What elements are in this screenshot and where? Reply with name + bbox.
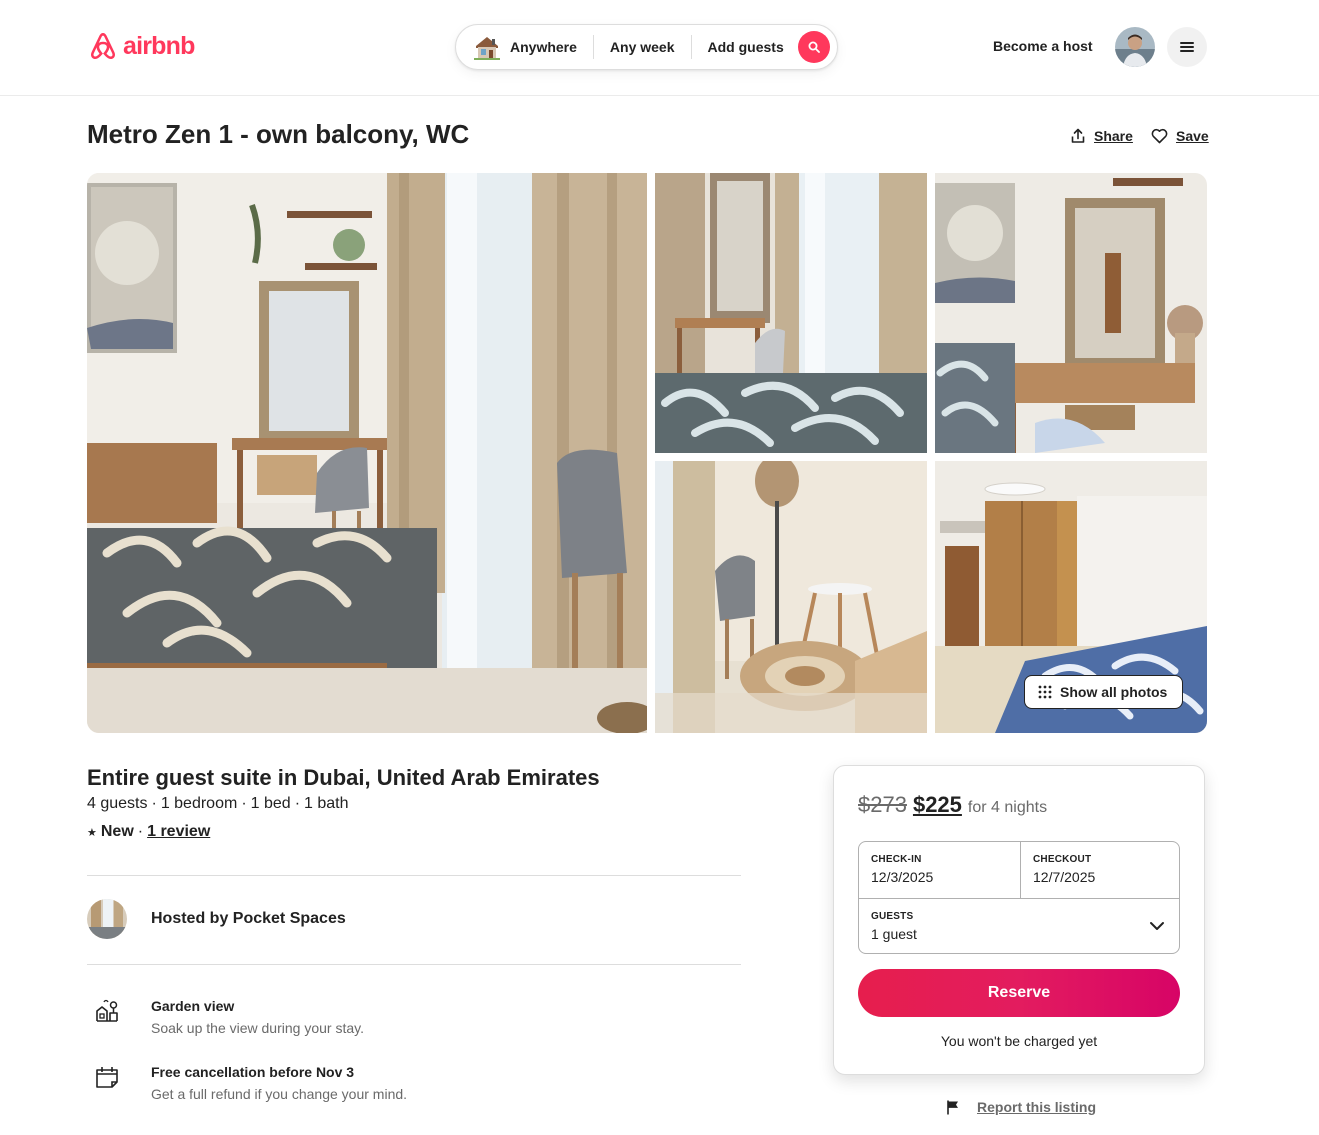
save-button[interactable]: Save xyxy=(1151,128,1209,144)
show-all-photos-label: Show all photos xyxy=(1060,684,1168,700)
flag-icon xyxy=(947,1100,958,1115)
nights-label: for 4 nights xyxy=(967,799,1048,816)
show-all-photos-button[interactable]: Show all photos xyxy=(1024,675,1184,709)
airbnb-logo[interactable]: airbnb xyxy=(87,30,195,62)
checkout-field[interactable]: CHECKOUT 12/7/2025 xyxy=(1021,842,1181,898)
photo-3[interactable] xyxy=(935,173,1207,453)
highlight-title: Garden view xyxy=(151,998,235,1014)
section-divider xyxy=(87,875,741,876)
guests-field[interactable]: GUESTS 1 guest xyxy=(859,899,1179,954)
grid-dots-icon xyxy=(1038,685,1052,699)
section-divider xyxy=(87,964,741,965)
spec-separator: · xyxy=(151,795,157,812)
report-listing-label: Report this listing xyxy=(977,1099,1096,1115)
garden-view-icon xyxy=(87,996,127,1038)
host-avatar[interactable] xyxy=(87,899,127,939)
highlight-free-cancellation: Free cancellation before Nov 3 Get a ful… xyxy=(87,1062,407,1104)
search-dates[interactable]: Any week xyxy=(610,39,675,55)
top-header: airbnb Anywhere Any week Add guests Beco… xyxy=(0,0,1319,96)
star-icon: ★ xyxy=(87,826,97,839)
spec-beds: 1 bed xyxy=(250,795,291,812)
guests-value: 1 guest xyxy=(871,926,917,942)
search-divider xyxy=(592,35,594,59)
search-bar[interactable]: Anywhere Any week Add guests xyxy=(455,24,838,70)
chevron-down-icon xyxy=(1150,922,1164,930)
checkout-value: 12/7/2025 xyxy=(1033,869,1096,885)
main-photo[interactable] xyxy=(87,173,647,733)
airbnb-logo-icon xyxy=(91,33,115,59)
date-guest-picker: CHECK-IN 12/3/2025 CHECKOUT 12/7/2025 GU… xyxy=(858,841,1180,954)
search-button[interactable] xyxy=(797,31,830,63)
listing-title: Metro Zen 1 - own balcony, WC xyxy=(87,119,470,149)
house-icon xyxy=(472,33,502,61)
search-location[interactable]: Anywhere xyxy=(510,39,577,55)
photo-4[interactable] xyxy=(655,461,927,733)
host-name: Hosted by Pocket Spaces xyxy=(151,910,346,927)
highlight-title: Free cancellation before Nov 3 xyxy=(151,1064,355,1080)
heart-icon xyxy=(1151,128,1168,144)
spec-guests: 4 guests xyxy=(87,795,148,812)
user-avatar[interactable] xyxy=(1115,27,1155,67)
highlight-description: Soak up the view during your stay. xyxy=(151,1020,364,1036)
spec-bedrooms: 1 bedroom xyxy=(160,795,238,812)
booking-card: $273 $225 for 4 nights CHECK-IN 12/3/202… xyxy=(833,765,1205,1075)
checkout-label: CHECKOUT xyxy=(1033,854,1092,865)
calendar-icon xyxy=(87,1062,127,1104)
search-divider xyxy=(690,35,692,59)
rating-separator: · xyxy=(137,823,144,840)
share-icon xyxy=(1071,128,1085,143)
listing-subtitle: Entire guest suite in Dubai, United Arab… xyxy=(87,765,600,790)
listing-specs: 4 guests · 1 bedroom · 1 bed · 1 bath xyxy=(87,795,349,813)
save-label: Save xyxy=(1176,128,1209,144)
spec-separator: · xyxy=(241,795,247,812)
charge-note: You won't be charged yet xyxy=(940,1033,1098,1049)
share-button[interactable]: Share xyxy=(1070,128,1133,144)
report-listing-link[interactable]: Report this listing xyxy=(945,1099,1096,1115)
spec-separator: · xyxy=(294,795,301,812)
checkin-label: CHECK-IN xyxy=(871,854,922,865)
discounted-price[interactable]: $225 xyxy=(913,792,962,818)
become-host-link[interactable]: Become a host xyxy=(993,38,1093,54)
search-guests[interactable]: Add guests xyxy=(708,39,784,55)
rating-row: ★ New · 1 review xyxy=(87,823,210,841)
reserve-button[interactable]: Reserve xyxy=(858,969,1180,1017)
share-label: Share xyxy=(1094,128,1133,144)
checkin-field[interactable]: CHECK-IN 12/3/2025 xyxy=(859,842,1020,898)
checkin-value: 12/3/2025 xyxy=(871,869,934,885)
reviews-link[interactable]: 1 review xyxy=(147,823,210,841)
logo-wordmark: airbnb xyxy=(123,32,195,60)
host-row: Hosted by Pocket Spaces xyxy=(87,899,346,939)
hamburger-icon xyxy=(1180,42,1194,52)
new-badge: New xyxy=(100,823,134,840)
highlight-garden-view: Garden view Soak up the view during your… xyxy=(87,996,364,1038)
spec-baths: 1 bath xyxy=(304,795,349,812)
photo-2[interactable] xyxy=(655,173,927,453)
guests-label: GUESTS xyxy=(871,911,914,922)
original-price: $273 xyxy=(858,792,907,817)
highlight-description: Get a full refund if you change your min… xyxy=(151,1086,408,1102)
price-row: $273 $225 for 4 nights xyxy=(858,792,1047,818)
photo-gallery xyxy=(87,173,1207,733)
search-icon xyxy=(808,41,820,53)
menu-button[interactable] xyxy=(1167,27,1207,67)
